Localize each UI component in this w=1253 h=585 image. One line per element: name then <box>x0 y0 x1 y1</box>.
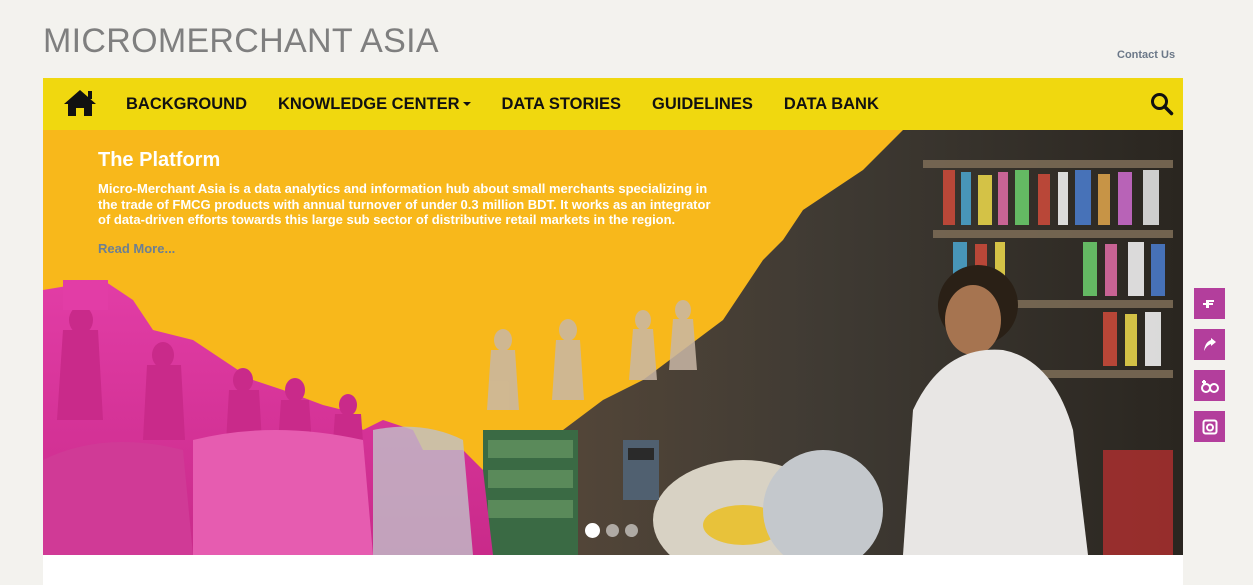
main-navbar: BACKGROUND KNOWLEDGE CENTER DATA STORIES… <box>43 78 1183 130</box>
content-area <box>43 555 1183 585</box>
site-title: MICROMERCHANT ASIA <box>43 22 439 60</box>
nav-item-data-stories[interactable]: DATA STORIES <box>502 95 621 114</box>
slider-dot-2[interactable] <box>606 524 619 537</box>
search-icon[interactable] <box>1150 92 1174 116</box>
flickr-icon[interactable] <box>1194 370 1225 401</box>
facebook-icon[interactable] <box>1194 288 1225 319</box>
social-sidebar <box>1194 288 1225 452</box>
slider-dot-1[interactable] <box>585 523 600 538</box>
nav-item-label: DATA STORIES <box>501 94 621 113</box>
instagram-icon[interactable] <box>1194 411 1225 442</box>
nav-item-knowledge-center[interactable]: KNOWLEDGE CENTER <box>278 95 471 114</box>
nav-item-label: DATA BANK <box>783 94 879 113</box>
nav-item-guidelines[interactable]: GUIDELINES <box>652 95 753 114</box>
nav-item-background[interactable]: BACKGROUND <box>126 95 247 114</box>
share-icon[interactable] <box>1194 329 1225 360</box>
contact-us-link[interactable]: Contact Us <box>1117 49 1175 61</box>
nav-item-label: KNOWLEDGE CENTER <box>278 94 460 113</box>
nav-menu: BACKGROUND KNOWLEDGE CENTER DATA STORIES… <box>126 78 910 130</box>
slider-pagination <box>585 523 644 538</box>
hero-title: The Platform <box>98 149 221 171</box>
hero-slider: The Platform Micro-Merchant Asia is a da… <box>43 130 1183 555</box>
caret-down-icon <box>462 102 471 106</box>
nav-item-label: GUIDELINES <box>651 94 753 113</box>
nav-item-data-bank[interactable]: DATA BANK <box>784 95 879 114</box>
hero-description: Micro-Merchant Asia is a data analytics … <box>98 181 711 227</box>
read-more-link[interactable]: Read More... <box>98 241 175 256</box>
hero-caption: The Platform Micro-Merchant Asia is a da… <box>98 149 713 258</box>
nav-item-label: BACKGROUND <box>126 94 247 113</box>
home-icon[interactable] <box>63 88 97 118</box>
slider-dot-3[interactable] <box>625 524 638 537</box>
